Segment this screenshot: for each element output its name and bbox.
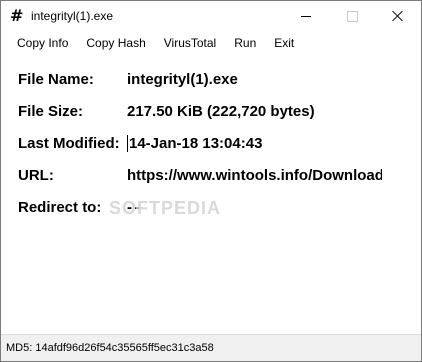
file-name-label: File Name: [18, 71, 94, 88]
last-modified-row: Last Modified: 14-Jan-18 13:04:43 [18, 135, 384, 152]
maximize-button[interactable] [329, 1, 375, 31]
menu-copy-hash[interactable]: Copy Hash [77, 33, 154, 53]
maximize-icon [346, 10, 358, 22]
url-row: URL: https://www.wintools.info/Download [18, 167, 382, 184]
menu-run[interactable]: Run [225, 33, 265, 53]
file-size-value: 217.50 KiB (222,720 bytes) [127, 103, 315, 120]
status-bar: MD5: 14afdf96d26f54c35565ff5ec31c3a58 [1, 334, 421, 361]
title-bar: # integrityl(1).exe [1, 1, 421, 31]
window-title: integrityl(1).exe [31, 9, 114, 23]
close-icon [392, 10, 404, 22]
softpedia-watermark: SOFTPEDIA [109, 198, 222, 218]
file-info-panel: File Name: integrityl(1).exe File Size: … [1, 55, 421, 325]
url-label: URL: [18, 167, 54, 184]
menu-copy-info[interactable]: Copy Info [8, 33, 77, 53]
hash-icon: # [10, 6, 24, 25]
last-modified-value[interactable]: 14-Jan-18 13:04:43 [127, 135, 384, 152]
close-button[interactable] [375, 1, 421, 31]
minimize-button[interactable] [283, 1, 329, 31]
menu-exit[interactable]: Exit [265, 33, 303, 53]
file-size-label: File Size: [18, 103, 84, 120]
md5-hash-text: MD5: 14afdf96d26f54c35565ff5ec31c3a58 [6, 342, 214, 354]
window-controls [283, 1, 421, 31]
menu-virustotal[interactable]: VirusTotal [155, 33, 225, 53]
file-size-row: File Size: 217.50 KiB (222,720 bytes) [18, 103, 382, 120]
file-name-value: integrityl(1).exe [127, 71, 238, 88]
app-window: # integrityl(1).exe Copy Info Copy Hash … [0, 0, 422, 362]
file-name-row: File Name: integrityl(1).exe [18, 71, 382, 88]
menu-bar: Copy Info Copy Hash VirusTotal Run Exit [1, 31, 421, 55]
minimize-icon [301, 15, 311, 17]
url-value[interactable]: https://www.wintools.info/Download [127, 167, 382, 184]
last-modified-label: Last Modified: [18, 135, 120, 152]
